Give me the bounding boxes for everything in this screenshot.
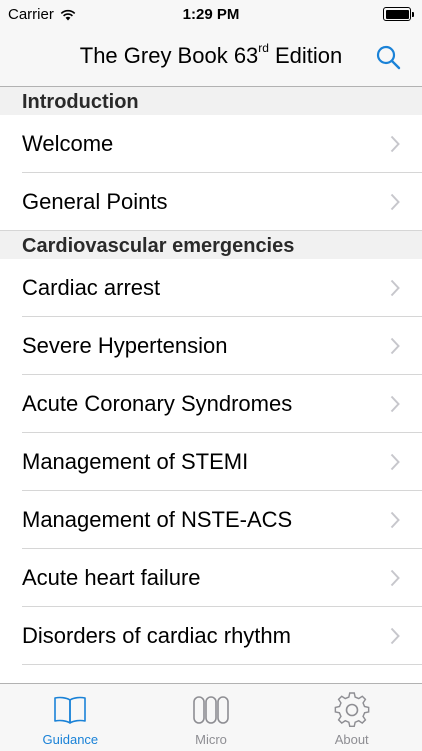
list-item-disorders-of-cardiac-rhythm[interactable]: Disorders of cardiac rhythm (0, 607, 422, 665)
book-icon (54, 696, 87, 724)
bacteria-icon (193, 696, 229, 724)
list-item-label: Disorders of cardiac rhythm (22, 623, 291, 648)
list-item-acute-coronary-syndromes[interactable]: Acute Coronary Syndromes (0, 375, 422, 433)
battery-fill (385, 9, 409, 19)
chevron-right-icon (390, 569, 400, 587)
tab-guidance[interactable]: Guidance (0, 684, 141, 751)
guidance-list[interactable]: Introduction Welcome General Points Card… (0, 87, 422, 683)
nav-bar: The Grey Book 63rd Edition (0, 30, 422, 87)
tab-bar: Guidance Micro About (0, 683, 422, 751)
title-main: The Grey Book 63 (79, 43, 259, 68)
gear-icon (334, 692, 370, 728)
chevron-right-icon (390, 193, 400, 211)
list-item-welcome[interactable]: Welcome (0, 115, 422, 173)
title-superscript: rd (258, 41, 269, 55)
section-header-introduction: Introduction (0, 87, 422, 115)
list-item-label: Severe Hypertension (22, 333, 228, 358)
page-title: The Grey Book 63rd Edition (0, 41, 422, 69)
list-item-label: Cardiac arrest (22, 275, 161, 300)
section-header-cardiovascular: Cardiovascular emergencies (0, 231, 422, 259)
list-item-management-of-nste-acs[interactable]: Management of NSTE-ACS (0, 491, 422, 549)
list-item-label: General Points (22, 189, 168, 214)
search-button[interactable] (374, 43, 404, 73)
search-icon (376, 45, 401, 70)
list-item-label: Acute Coronary Syndromes (22, 391, 293, 416)
battery-icon (383, 7, 411, 21)
tab-label: Micro (195, 732, 227, 747)
title-suffix: Edition (274, 43, 343, 68)
status-time: 1:29 PM (182, 6, 240, 23)
status-right (383, 7, 414, 21)
list-item-general-points[interactable]: General Points (0, 173, 422, 231)
tab-micro[interactable]: Micro (141, 684, 282, 751)
chevron-right-icon (390, 627, 400, 645)
list-item-severe-hypertension[interactable]: Severe Hypertension (0, 317, 422, 375)
status-bar: Carrier 1:29 PM (0, 0, 422, 30)
list-item-management-of-stemi[interactable]: Management of STEMI (0, 433, 422, 491)
chevron-right-icon (390, 453, 400, 471)
list-item-label: Welcome (22, 131, 114, 156)
chevron-right-icon (390, 279, 400, 297)
chevron-right-icon (390, 395, 400, 413)
chevron-right-icon (390, 135, 400, 153)
tab-label: Guidance (42, 732, 99, 747)
list-item-label: Management of NSTE-ACS (22, 507, 293, 532)
list-item-acute-heart-failure[interactable]: Acute heart failure (0, 549, 422, 607)
list-item-label: Acute heart failure (22, 565, 201, 590)
chevron-right-icon (390, 337, 400, 355)
chevron-right-icon (390, 511, 400, 529)
list-item-label: Management of STEMI (22, 449, 249, 474)
battery-tip (412, 11, 414, 17)
list-item-cardiac-arrest[interactable]: Cardiac arrest (0, 259, 422, 317)
tab-about[interactable]: About (281, 684, 422, 751)
tab-label: About (334, 732, 369, 747)
